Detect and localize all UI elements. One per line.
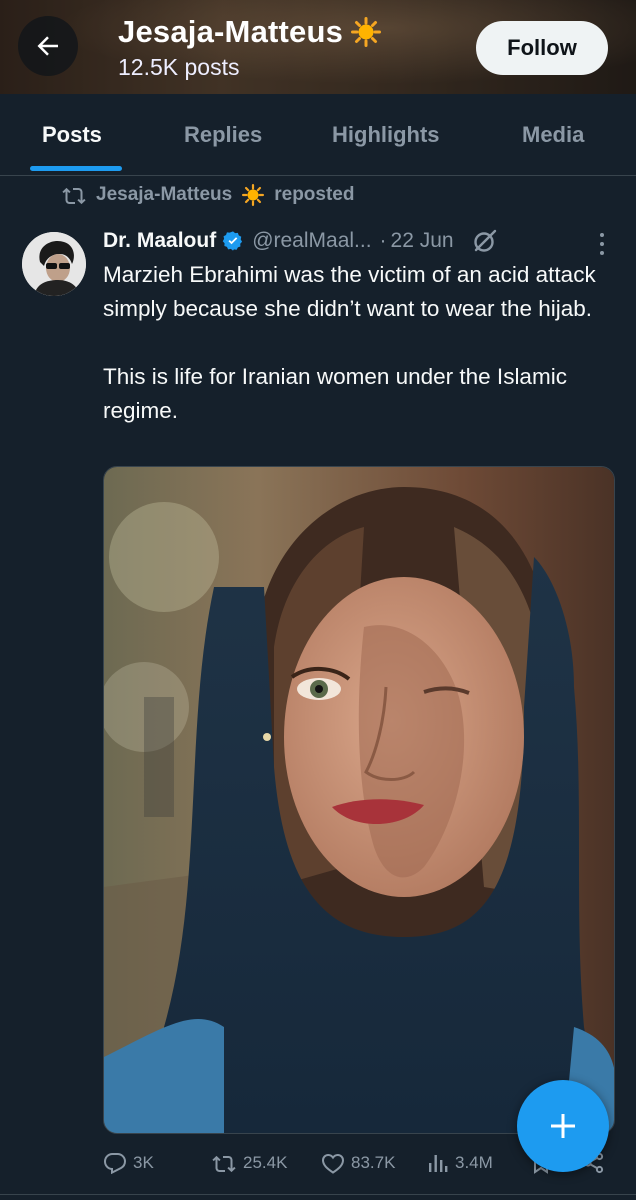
plus-icon xyxy=(551,1114,575,1138)
reply-icon xyxy=(103,1153,127,1174)
repost-icon xyxy=(212,1155,236,1173)
follow-button[interactable]: Follow xyxy=(476,21,608,75)
active-tab-indicator xyxy=(30,166,122,171)
grok-icon[interactable] xyxy=(472,228,498,254)
profile-header: Jesaja-Matteus 12.5K posts Follow xyxy=(0,0,636,94)
post-count: 12.5K posts xyxy=(118,54,240,80)
compose-post-button[interactable] xyxy=(517,1080,609,1172)
reply-button[interactable]: 3K xyxy=(103,1152,154,1174)
post-divider xyxy=(0,1194,636,1195)
view-count: 3.4M xyxy=(455,1153,493,1172)
back-arrow-icon xyxy=(37,36,58,56)
like-button[interactable]: 83.7K xyxy=(321,1152,395,1174)
separator-dot: · xyxy=(379,229,387,252)
like-count: 83.7K xyxy=(351,1153,396,1172)
repost-context: Jesaja-Matteus reposted xyxy=(62,184,354,206)
repost-button[interactable]: 25.4K xyxy=(211,1152,287,1174)
repost-icon xyxy=(62,187,86,205)
avatar-image xyxy=(22,232,86,296)
tab-replies[interactable]: Replies xyxy=(184,94,262,176)
sun-icon xyxy=(242,184,265,206)
sun-icon xyxy=(351,17,382,47)
repost-label: reposted xyxy=(274,184,355,205)
post-image[interactable] xyxy=(103,466,615,1134)
repost-count: 25.4K xyxy=(243,1153,288,1172)
more-icon[interactable] xyxy=(590,230,614,258)
tab-media[interactable]: Media xyxy=(522,94,584,176)
author-avatar[interactable] xyxy=(22,232,86,296)
views-button[interactable]: 3.4M xyxy=(427,1152,493,1174)
portrait-photo xyxy=(104,467,614,1133)
tab-highlights[interactable]: Highlights xyxy=(332,94,440,176)
author-handle[interactable]: @realMaal... xyxy=(252,229,371,253)
back-button[interactable] xyxy=(18,16,78,76)
post-text: Marzieh Ebrahimi was the victim of an ac… xyxy=(103,262,596,423)
profile-tabs: Posts Replies Highlights Media xyxy=(0,94,636,176)
tab-posts[interactable]: Posts xyxy=(42,94,102,176)
repost-user[interactable]: Jesaja-Matteus xyxy=(96,184,232,206)
like-icon xyxy=(321,1153,345,1174)
profile-name: Jesaja-Matteus xyxy=(118,14,344,49)
post-date[interactable]: 22 Jun xyxy=(391,229,454,253)
author-name[interactable]: Dr. Maalouf xyxy=(103,229,216,253)
reply-count: 3K xyxy=(133,1153,154,1172)
post-header: Dr. Maalouf @realMaal... · 22 Jun xyxy=(103,228,498,254)
views-icon xyxy=(429,1155,448,1172)
header-title: Jesaja-Matteus 12.5K posts xyxy=(118,14,382,81)
verified-badge-icon[interactable] xyxy=(222,230,244,252)
